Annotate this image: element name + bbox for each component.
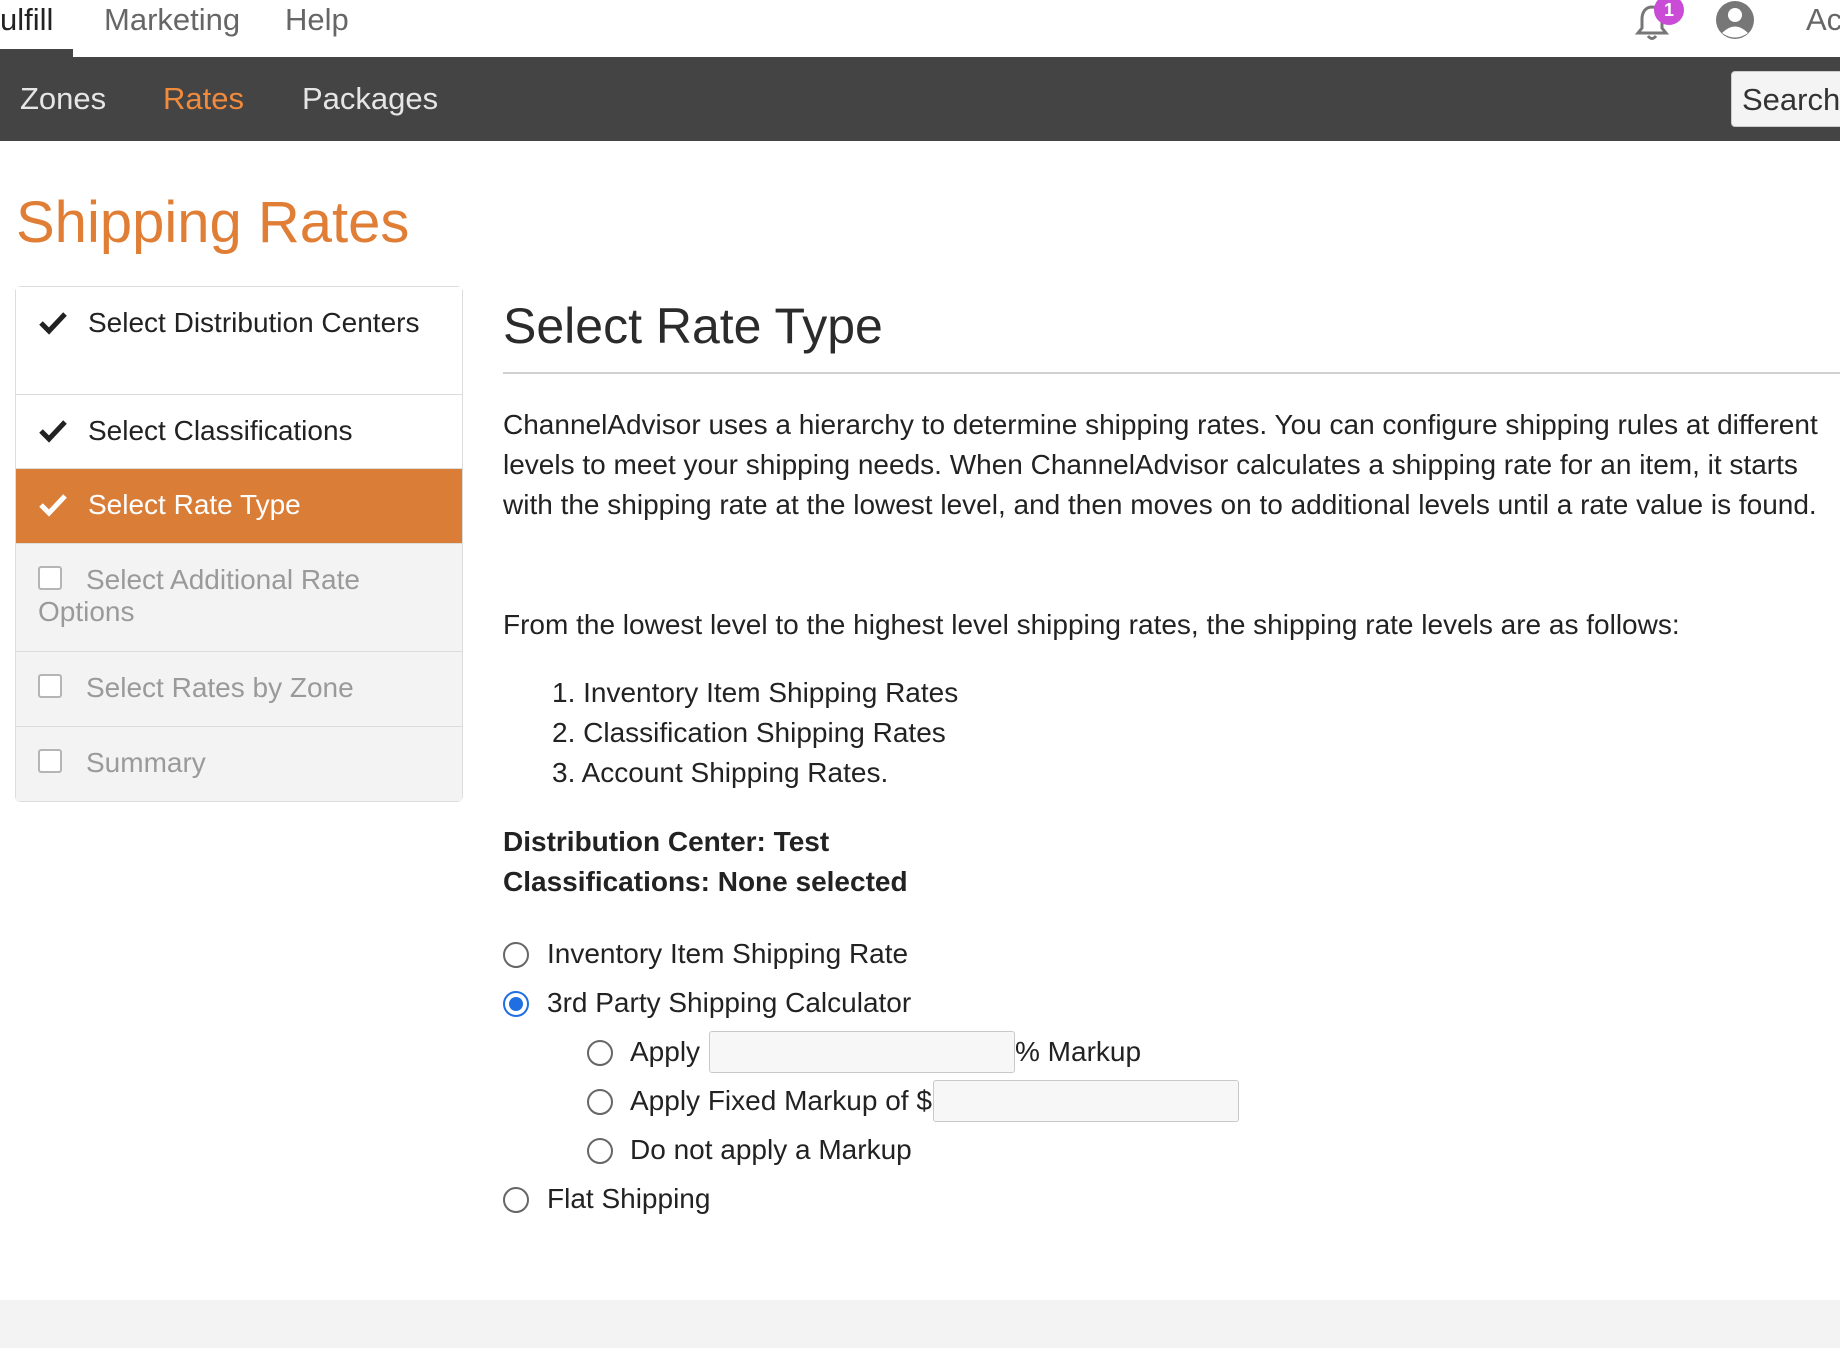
radio-third-party[interactable]	[503, 991, 529, 1017]
notification-badge: 1	[1654, 0, 1684, 25]
nav-item-fulfill[interactable]: ulfill	[0, 0, 53, 40]
page-title: Shipping Rates	[16, 190, 410, 255]
step-summary[interactable]: Summary	[16, 727, 462, 801]
checkbox-icon	[38, 566, 62, 590]
account-menu[interactable]: Ac	[1806, 0, 1840, 40]
footer-bar	[0, 1300, 1840, 1348]
levels-list: 1. Inventory Item Shipping Rates 2. Clas…	[552, 673, 958, 793]
wizard-steps: Select Distribution Centers Select Class…	[15, 286, 463, 802]
checkbox-icon	[38, 749, 62, 773]
option-label-no-markup[interactable]: Do not apply a Markup	[630, 1132, 912, 1168]
divider	[503, 372, 1840, 374]
option-label-inventory-item[interactable]: Inventory Item Shipping Rate	[547, 936, 908, 972]
classifications-label: Classifications: None selected	[503, 866, 908, 897]
option-label-fixed-markup[interactable]: Apply Fixed Markup of $	[630, 1083, 932, 1119]
check-icon	[39, 494, 67, 517]
user-avatar-icon[interactable]	[1715, 0, 1755, 40]
step-label: Select Additional Rate Options	[38, 564, 360, 627]
fixed-markup-input[interactable]	[933, 1080, 1239, 1122]
option-label-third-party[interactable]: 3rd Party Shipping Calculator	[547, 985, 911, 1021]
step-select-additional-rate-options[interactable]: Select Additional Rate Options	[16, 544, 462, 652]
radio-inventory-item[interactable]	[503, 942, 529, 968]
top-nav: ulfill Marketing Help 1 Ac	[0, 0, 1840, 57]
distribution-center-label: Distribution Center: Test	[503, 826, 830, 857]
option-label-apply[interactable]: Apply	[630, 1034, 700, 1070]
nav-active-indicator	[0, 49, 73, 57]
radio-flat-shipping[interactable]	[503, 1187, 529, 1213]
step-select-rates-by-zone[interactable]: Select Rates by Zone	[16, 652, 462, 727]
radio-no-markup[interactable]	[587, 1138, 613, 1164]
levels-intro-paragraph: From the lowest level to the highest lev…	[503, 609, 1680, 640]
radio-fixed-markup[interactable]	[587, 1089, 613, 1115]
step-label: Select Rate Type	[88, 489, 301, 520]
checkbox-icon	[38, 674, 62, 698]
percent-markup-input[interactable]	[709, 1031, 1015, 1073]
step-label: Select Rates by Zone	[86, 672, 354, 703]
tab-rates[interactable]: Rates	[163, 57, 244, 141]
tab-zones[interactable]: Zones	[20, 57, 106, 141]
intro-paragraph: ChannelAdvisor uses a hierarchy to deter…	[503, 409, 1818, 520]
nav-item-help[interactable]: Help	[285, 0, 349, 40]
check-icon	[39, 312, 67, 335]
step-select-classifications[interactable]: Select Classifications	[16, 395, 462, 469]
step-select-distribution-centers[interactable]: Select Distribution Centers	[16, 287, 462, 395]
radio-apply-percent[interactable]	[587, 1040, 613, 1066]
percent-markup-label: % Markup	[1015, 1036, 1142, 1067]
check-icon	[39, 420, 67, 443]
sub-nav: Zones Rates Packages Search	[0, 57, 1840, 141]
nav-item-marketing[interactable]: Marketing	[104, 0, 240, 40]
tab-packages[interactable]: Packages	[302, 57, 438, 141]
list-item: 1. Inventory Item Shipping Rates	[552, 677, 959, 708]
list-item: 2. Classification Shipping Rates	[552, 717, 946, 748]
search-button[interactable]: Search	[1731, 71, 1840, 127]
step-select-rate-type[interactable]: Select Rate Type	[16, 469, 462, 544]
option-label-flat-shipping[interactable]: Flat Shipping	[547, 1181, 710, 1217]
step-label: Summary	[86, 747, 206, 778]
list-item: 3. Account Shipping Rates.	[552, 757, 889, 788]
section-heading: Select Rate Type	[503, 298, 883, 354]
step-label: Select Distribution Centers	[88, 307, 420, 338]
step-label: Select Classifications	[88, 415, 353, 446]
